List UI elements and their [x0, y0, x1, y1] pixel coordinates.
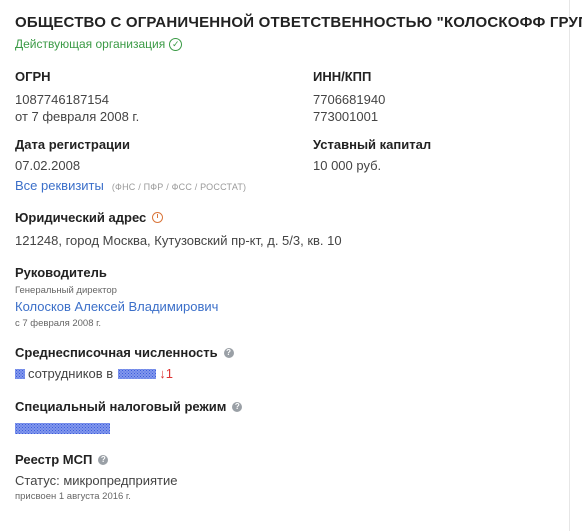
question-icon[interactable]: ?	[232, 401, 243, 412]
staff-year-masked[interactable]	[118, 368, 157, 379]
staff-text: сотрудников в	[28, 366, 114, 381]
msp-label-text: Реестр МСП	[15, 452, 93, 467]
all-requisites-link[interactable]: Все реквизиты (ФНС / ПФР / ФСС / РОССТАТ)	[15, 178, 246, 193]
company-status-text: Действующая организация	[15, 37, 166, 51]
inn-label: ИНН/КПП	[313, 69, 372, 84]
ogrn-value: 1087746187154	[15, 92, 109, 107]
question-icon[interactable]: ?	[223, 347, 234, 358]
capital-value: 10 000 руб.	[313, 158, 382, 173]
staff-delta: ↓1	[159, 366, 173, 381]
head-name-link[interactable]: Колосков Алексей Владимирович	[15, 299, 218, 314]
clock-icon[interactable]	[152, 212, 164, 223]
kpp-value: 773001001	[313, 109, 379, 124]
msp-date: присвоен 1 августа 2016 г.	[15, 491, 131, 502]
reg-label: Дата регистрации	[15, 137, 131, 152]
ogrn-label: ОГРН	[15, 69, 51, 84]
reg-value: 07.02.2008	[15, 158, 81, 173]
address-value: 121248, город Москва, Кутузовский пр-кт,…	[15, 233, 342, 248]
tax-value-masked[interactable]	[15, 420, 110, 438]
head-position: Генеральный директор	[15, 285, 117, 296]
ogrn-date: от 7 февраля 2008 г.	[15, 109, 140, 124]
tax-label-text: Специальный налоговый режим	[15, 399, 227, 414]
company-title: ОБЩЕСТВО С ОГРАНИЧЕННОЙ ОТВЕТСТВЕННОСТЬЮ…	[15, 14, 582, 31]
msp-label: Реестр МСП ?	[15, 452, 109, 467]
staff-count-masked[interactable]	[15, 368, 25, 379]
all-requisites-link-text[interactable]: Все реквизиты	[15, 178, 104, 193]
company-status: Действующая организация ✓	[15, 37, 183, 51]
check-circle-icon: ✓	[169, 37, 183, 51]
inn-value: 7706681940	[313, 92, 386, 107]
staff-row: сотрудников в ↓1	[15, 366, 173, 381]
capital-label: Уставный капитал	[313, 137, 432, 152]
staff-label: Среднесписочная численность ?	[15, 345, 234, 360]
address-label: Юридический адрес	[15, 210, 164, 225]
question-icon[interactable]: ?	[98, 454, 109, 465]
tax-label: Специальный налоговый режим ?	[15, 399, 243, 414]
company-card: ОБЩЕСТВО С ОГРАНИЧЕННОЙ ОТВЕТСТВЕННОСТЬЮ…	[0, 0, 582, 531]
tax-masked-block[interactable]	[15, 423, 110, 435]
address-label-text: Юридический адрес	[15, 210, 147, 225]
head-label: Руководитель	[15, 265, 107, 280]
head-since: с 7 февраля 2008 г.	[15, 318, 102, 329]
requisites-note: (ФНС / ПФР / ФСС / РОССТАТ)	[111, 182, 247, 192]
staff-label-text: Среднесписочная численность	[15, 345, 218, 360]
msp-status: Статус: микропредприятие	[15, 473, 178, 488]
